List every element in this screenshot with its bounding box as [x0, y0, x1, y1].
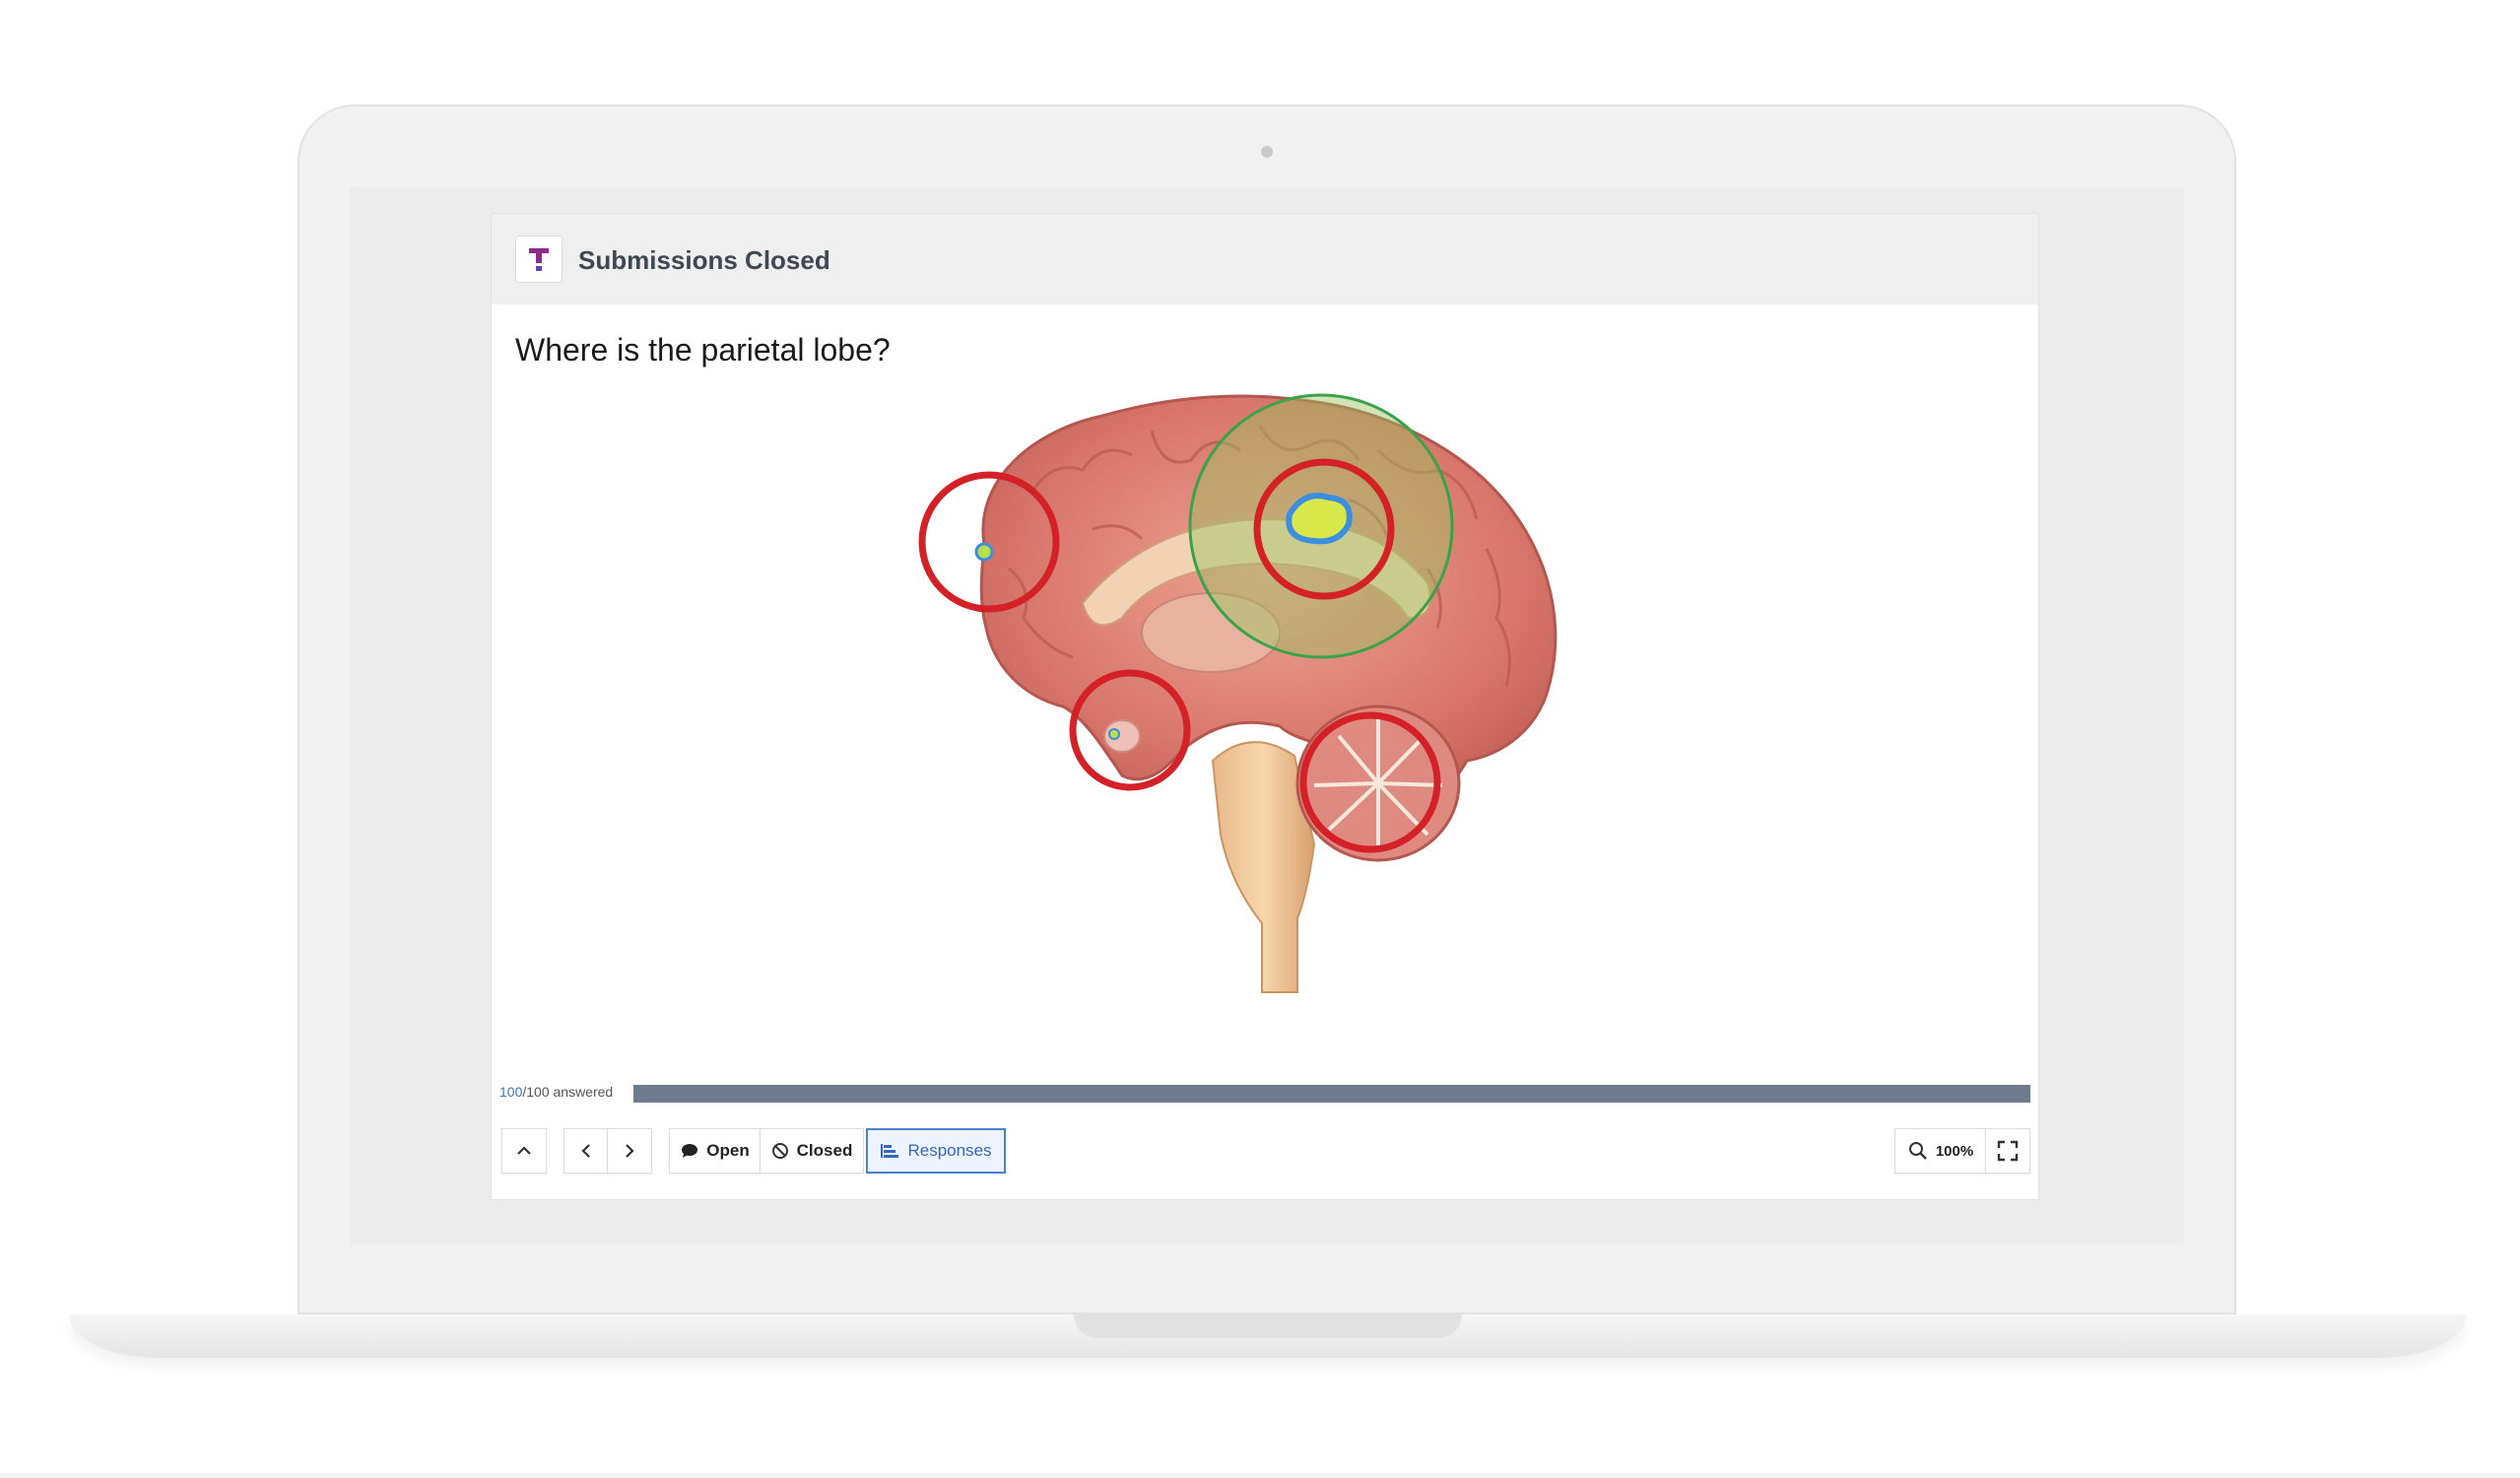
open-button[interactable]: Open [669, 1128, 762, 1174]
chevron-right-icon [626, 1144, 634, 1158]
answered-total: /100 answered [522, 1084, 614, 1100]
chevron-up-icon [517, 1146, 531, 1155]
zoom-button[interactable]: 100% [1894, 1128, 1987, 1174]
question-window: Submissions Closed Where is the parietal… [491, 213, 2039, 1200]
answered-progress: 100/100 answered [492, 1079, 2038, 1108]
fullscreen-button[interactable] [1985, 1128, 2030, 1174]
prohibited-icon [771, 1142, 789, 1160]
window-header: Submissions Closed [492, 214, 2038, 304]
answered-number: 100 [499, 1084, 523, 1100]
laptop-base-notch [1074, 1314, 1462, 1338]
closed-label: Closed [796, 1141, 853, 1160]
floor-line [0, 1473, 2520, 1478]
response-heatmap-frontal [974, 542, 994, 562]
tophat-logo-icon [515, 235, 563, 283]
brain-diagram[interactable] [915, 371, 1585, 1002]
submission-status-title: Submissions Closed [578, 245, 830, 275]
next-button[interactable] [607, 1128, 652, 1174]
chevron-left-icon [581, 1144, 590, 1158]
open-label: Open [706, 1141, 750, 1160]
question-text: Where is the parietal lobe? [515, 332, 891, 368]
camera-dot [1261, 146, 1273, 158]
zoom-level: 100% [1935, 1142, 1974, 1160]
response-heatmap-parietal [1286, 493, 1353, 545]
collapse-button[interactable] [501, 1128, 547, 1174]
response-heatmap-pituitary [1108, 728, 1120, 740]
answered-count: 100/100 answered [499, 1084, 613, 1100]
progress-bar [633, 1085, 2030, 1103]
closed-button[interactable]: Closed [760, 1128, 864, 1174]
speech-bubble-icon [681, 1143, 698, 1159]
responses-button[interactable]: Responses [866, 1128, 1006, 1174]
fullscreen-icon [1997, 1140, 2019, 1162]
magnifier-icon [1908, 1141, 1928, 1161]
previous-button[interactable] [564, 1128, 609, 1174]
responses-label: Responses [907, 1141, 992, 1160]
progress-fill [633, 1085, 2030, 1103]
toolbar: Open Closed Responses 100% [492, 1128, 2038, 1179]
bar-chart-icon [880, 1143, 899, 1159]
